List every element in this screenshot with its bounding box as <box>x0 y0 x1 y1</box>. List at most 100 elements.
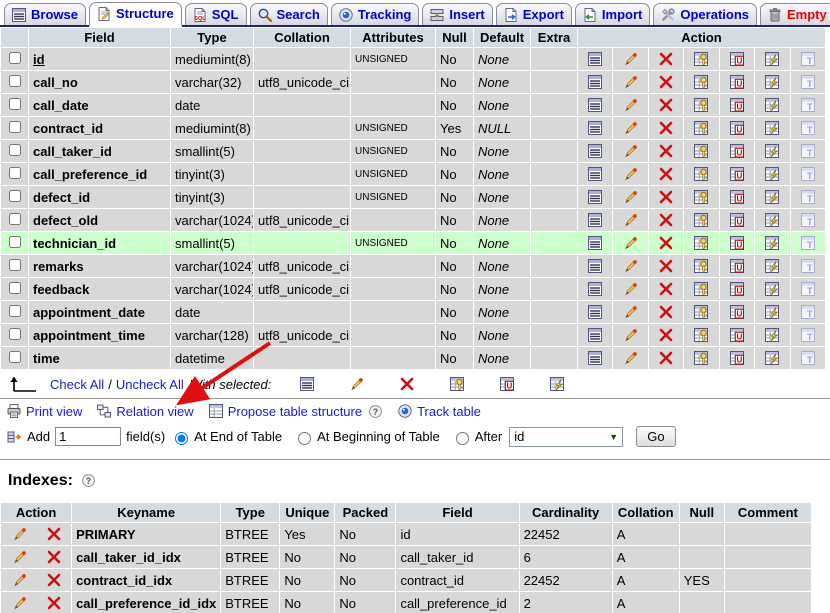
after-radio[interactable] <box>455 431 469 445</box>
unique-icon[interactable] <box>729 189 745 204</box>
help-icon[interactable] <box>368 403 383 419</box>
row-checkbox[interactable] <box>8 350 21 363</box>
fulltext-icon[interactable] <box>800 51 816 66</box>
browse-distinct-icon[interactable] <box>299 376 315 393</box>
change-pencil-icon[interactable] <box>623 166 639 181</box>
row-checkbox[interactable] <box>8 166 21 179</box>
change-pencil-icon[interactable] <box>623 143 639 158</box>
change-pencil-icon[interactable] <box>623 120 639 135</box>
drop-x-icon[interactable] <box>658 97 674 112</box>
drop-x-icon[interactable] <box>658 258 674 273</box>
drop-x-icon[interactable] <box>658 189 674 204</box>
tab-search[interactable]: Search <box>249 3 328 25</box>
row-checkbox[interactable] <box>8 304 21 317</box>
relation-view-link[interactable]: Relation view <box>96 403 194 419</box>
drop-x-icon[interactable] <box>658 166 674 181</box>
index-lightning-icon[interactable] <box>764 189 780 204</box>
at-end-radio[interactable] <box>175 431 189 445</box>
tab-import[interactable]: Import <box>574 3 651 25</box>
primary-key-icon[interactable] <box>693 189 709 204</box>
index-lightning-icon[interactable] <box>764 327 780 342</box>
index-lightning-icon[interactable] <box>764 166 780 181</box>
change-pencil-icon[interactable] <box>623 212 639 227</box>
help-icon[interactable] <box>81 472 96 490</box>
drop-x-icon[interactable] <box>658 51 674 66</box>
browse-distinct-icon[interactable] <box>587 212 603 227</box>
index-lightning-icon[interactable] <box>764 74 780 89</box>
row-checkbox[interactable] <box>8 74 21 87</box>
check-all-link[interactable]: Check All <box>50 377 104 392</box>
tab-tracking[interactable]: Tracking <box>330 3 420 25</box>
tab-empty[interactable]: Empty <box>760 3 830 25</box>
primary-key-icon[interactable] <box>693 166 709 181</box>
drop-x-icon[interactable] <box>658 74 674 89</box>
row-checkbox[interactable] <box>8 258 21 271</box>
row-checkbox[interactable] <box>8 212 21 225</box>
unique-icon[interactable] <box>729 258 745 273</box>
unique-icon[interactable] <box>729 350 745 365</box>
change-pencil-icon[interactable] <box>623 327 639 342</box>
track-table-link[interactable]: Track table <box>397 403 481 419</box>
drop-x-icon[interactable] <box>658 235 674 250</box>
unique-icon[interactable] <box>729 97 745 112</box>
drop-x-icon[interactable] <box>658 120 674 135</box>
unique-icon[interactable] <box>729 281 745 296</box>
change-pencil-icon[interactable] <box>623 258 639 273</box>
index-lightning-icon[interactable] <box>764 350 780 365</box>
fulltext-icon[interactable] <box>800 212 816 227</box>
change-pencil-icon[interactable] <box>623 51 639 66</box>
drop-x-icon[interactable] <box>658 212 674 227</box>
row-checkbox[interactable] <box>8 189 21 202</box>
browse-distinct-icon[interactable] <box>587 258 603 273</box>
primary-key-icon[interactable] <box>693 350 709 365</box>
browse-distinct-icon[interactable] <box>587 350 603 365</box>
unique-icon[interactable] <box>729 51 745 66</box>
fulltext-icon[interactable] <box>800 235 816 250</box>
primary-key-icon[interactable] <box>693 235 709 250</box>
unique-icon[interactable] <box>729 212 745 227</box>
fulltext-icon[interactable] <box>800 327 816 342</box>
drop-x-icon[interactable] <box>399 376 415 393</box>
row-checkbox[interactable] <box>8 143 21 156</box>
propose-table-structure-link[interactable]: Propose table structure <box>208 403 362 419</box>
drop-index-x-icon[interactable] <box>46 549 62 564</box>
index-lightning-icon[interactable] <box>764 97 780 112</box>
index-lightning-icon[interactable] <box>764 120 780 135</box>
fulltext-icon[interactable] <box>800 304 816 319</box>
primary-key-icon[interactable] <box>693 97 709 112</box>
index-lightning-icon[interactable] <box>764 258 780 273</box>
row-checkbox[interactable] <box>8 327 21 340</box>
drop-index-x-icon[interactable] <box>46 526 62 541</box>
unique-icon[interactable] <box>729 143 745 158</box>
change-pencil-icon[interactable] <box>623 304 639 319</box>
change-pencil-icon[interactable] <box>623 74 639 89</box>
change-pencil-icon[interactable] <box>349 376 365 393</box>
at-beginning-radio[interactable] <box>298 431 312 445</box>
browse-distinct-icon[interactable] <box>587 74 603 89</box>
unique-icon[interactable] <box>729 120 745 135</box>
tab-sql[interactable]: SQL <box>184 3 247 25</box>
primary-key-icon[interactable] <box>693 74 709 89</box>
browse-distinct-icon[interactable] <box>587 327 603 342</box>
fulltext-icon[interactable] <box>800 120 816 135</box>
row-checkbox[interactable] <box>8 51 21 64</box>
row-checkbox[interactable] <box>8 120 21 133</box>
primary-key-icon[interactable] <box>693 212 709 227</box>
row-checkbox[interactable] <box>8 235 21 248</box>
primary-key-icon[interactable] <box>693 281 709 296</box>
fulltext-icon[interactable] <box>800 74 816 89</box>
drop-x-icon[interactable] <box>658 143 674 158</box>
change-pencil-icon[interactable] <box>623 97 639 112</box>
drop-index-x-icon[interactable] <box>46 595 62 610</box>
drop-index-x-icon[interactable] <box>46 572 62 587</box>
index-lightning-icon[interactable] <box>764 235 780 250</box>
change-pencil-icon[interactable] <box>623 350 639 365</box>
unique-icon[interactable] <box>729 74 745 89</box>
primary-key-icon[interactable] <box>449 376 465 393</box>
primary-key-icon[interactable] <box>693 143 709 158</box>
row-checkbox[interactable] <box>8 281 21 294</box>
print-view-link[interactable]: Print view <box>6 403 82 419</box>
index-lightning-icon[interactable] <box>764 143 780 158</box>
edit-index-pencil-icon[interactable] <box>12 526 28 541</box>
drop-x-icon[interactable] <box>658 281 674 296</box>
